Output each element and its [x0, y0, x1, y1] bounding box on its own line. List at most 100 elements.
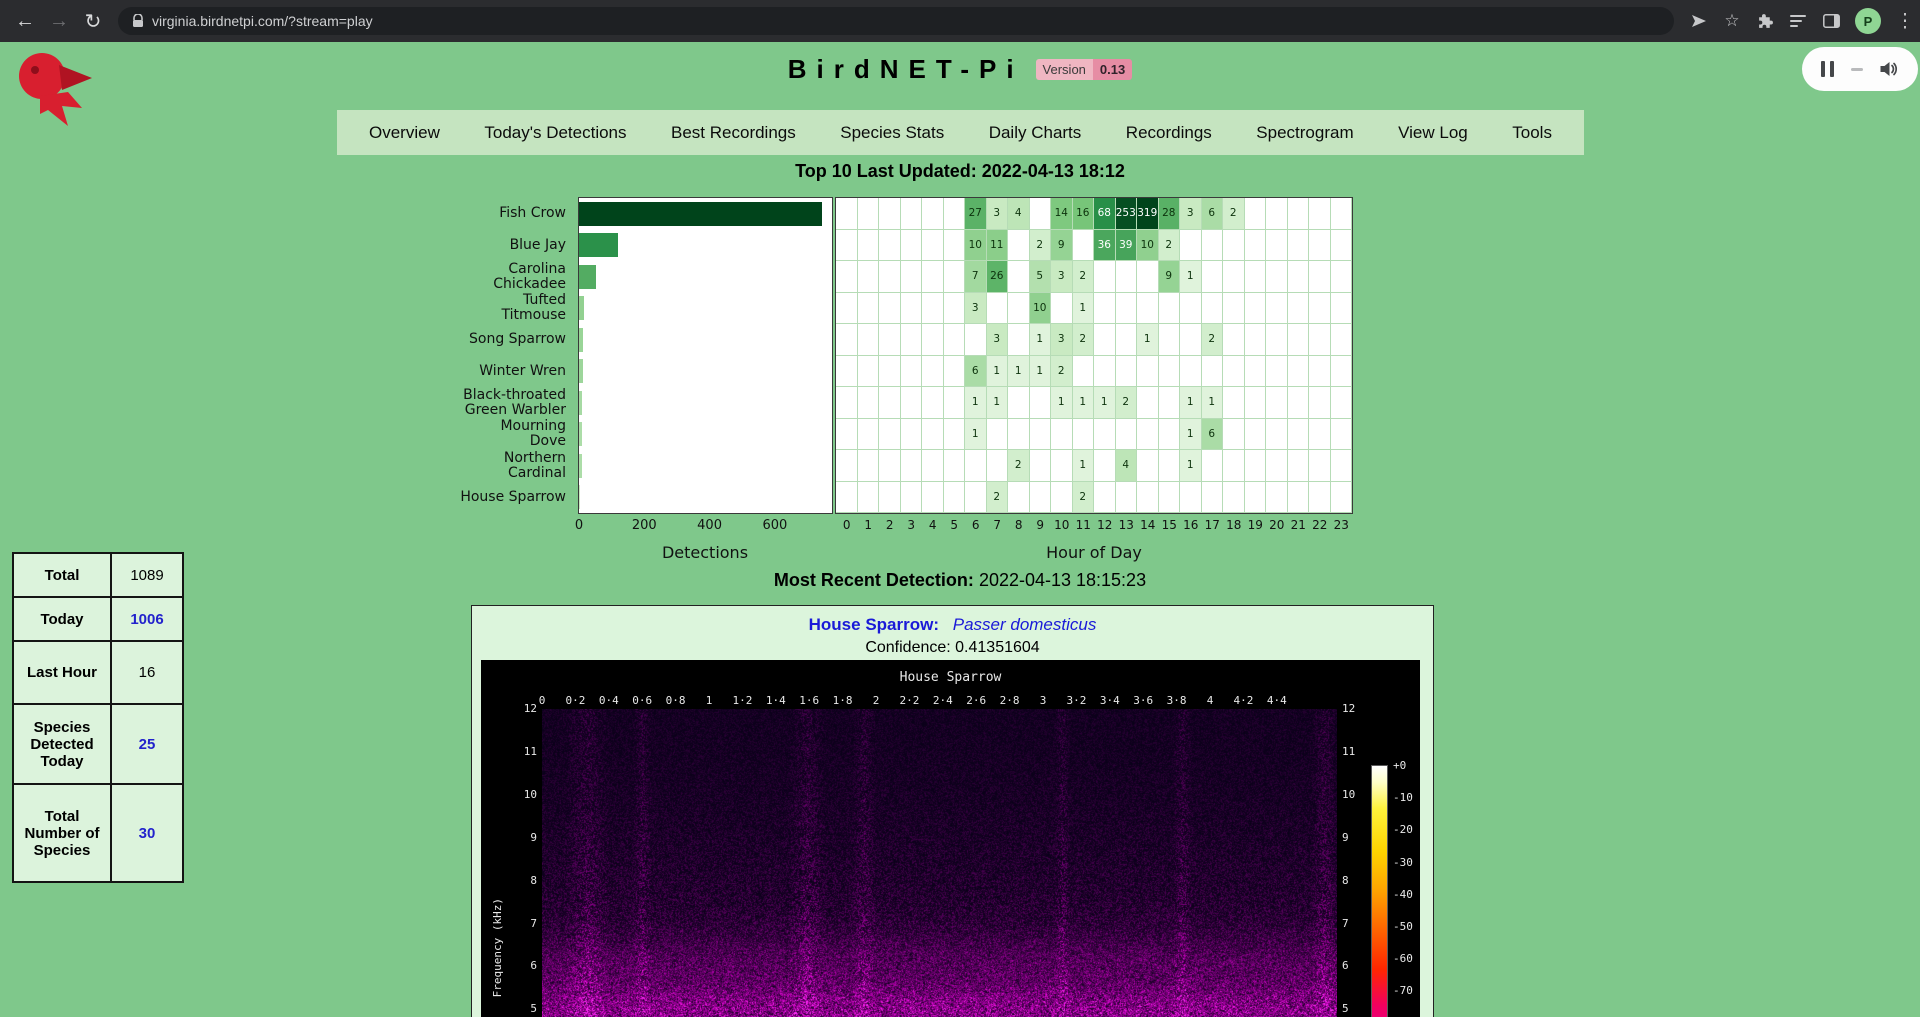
heatmap-cell [944, 482, 966, 514]
heatmap-cell: 10 [1030, 293, 1052, 325]
species-label: Northern Cardinal [460, 450, 566, 482]
heatmap-cell [1116, 324, 1138, 356]
side-panel-icon[interactable] [1822, 12, 1840, 30]
heatmap-cell [1202, 293, 1224, 325]
bar-xtick-label: 0 [575, 518, 583, 533]
heatmap-cell [1223, 419, 1245, 451]
heatmap-cell: 1 [1202, 387, 1224, 419]
stat-value-total-species-link[interactable]: 30 [111, 784, 183, 882]
nav-item-recordings[interactable]: Recordings [1126, 123, 1212, 143]
heatmap-cell [1331, 482, 1353, 514]
detection-species-link[interactable]: House Sparrow: [809, 615, 939, 634]
heatmap-cell [836, 293, 858, 325]
profile-avatar[interactable]: P [1855, 8, 1881, 34]
heatmap-cell [879, 261, 901, 293]
spectrogram-canvas [542, 709, 1337, 1017]
detection-panel: House Sparrow: Passer domesticus Confide… [471, 605, 1434, 1017]
heatmap-cell [879, 293, 901, 325]
spec-time-tick: 0·8 [666, 694, 686, 707]
hour-tick-label: 5 [950, 518, 958, 532]
heatmap-cell: 1 [1180, 419, 1202, 451]
heatmap-cell [965, 450, 987, 482]
heatmap-cell [1288, 230, 1310, 262]
heatmap-cell [1266, 387, 1288, 419]
detection-scientific-link[interactable]: Passer domesticus [953, 615, 1097, 634]
heatmap-cell [1116, 419, 1138, 451]
heatmap-cell [944, 387, 966, 419]
heatmap-cell [1245, 324, 1267, 356]
hour-tick-label: 9 [1036, 518, 1044, 532]
heatmap-cell [1180, 230, 1202, 262]
hour-tick-label: 21 [1291, 518, 1306, 532]
nav-item-tools[interactable]: Tools [1512, 123, 1552, 143]
address-bar[interactable]: virginia.birdnetpi.com/?stream=play [118, 7, 1674, 35]
extensions-puzzle-icon[interactable] [1756, 12, 1774, 30]
forward-button[interactable]: → [42, 4, 76, 38]
stat-value-species-today-link[interactable]: 25 [111, 704, 183, 784]
heatmap-plot: 2734141668253319283621011293639102726532… [835, 197, 1353, 514]
heatmap-cell: 1 [1073, 387, 1095, 419]
heatmap-cell [1309, 387, 1331, 419]
reload-button[interactable]: ↻ [76, 4, 110, 38]
send-icon[interactable] [1690, 12, 1708, 30]
nav-item-daily-charts[interactable]: Daily Charts [989, 123, 1082, 143]
heatmap-cell [1008, 324, 1030, 356]
stats-row-total-species: Total Number of Species 30 [13, 784, 183, 882]
heatmap-cell [1309, 324, 1331, 356]
back-button[interactable]: ← [8, 4, 42, 38]
heatmap-cell [1137, 387, 1159, 419]
audio-player[interactable] [1802, 47, 1918, 91]
nav-item-species-stats[interactable]: Species Stats [840, 123, 944, 143]
heatmap-cell: 1 [1073, 293, 1095, 325]
heatmap-cell [922, 450, 944, 482]
heatmap-cell [944, 419, 966, 451]
hour-tick-label: 17 [1205, 518, 1220, 532]
spec-freq-tick: 6 [530, 959, 537, 972]
heatmap-cell: 68 [1094, 198, 1116, 230]
heatmap-cell [1288, 293, 1310, 325]
detection-title-line: House Sparrow: Passer domesticus [472, 615, 1433, 635]
spec-time-tick: 1 [706, 694, 713, 707]
stat-label: Last Hour [13, 641, 111, 704]
heatmap-cell [1331, 356, 1353, 388]
pause-button[interactable] [1821, 61, 1834, 77]
stat-value-today-link[interactable]: 1006 [111, 597, 183, 641]
menu-kebab-icon[interactable]: ⋮ [1896, 12, 1914, 30]
hour-tick-label: 10 [1054, 518, 1069, 532]
spec-freq-tick: 11 [1342, 745, 1355, 758]
heatmap-cell [1331, 230, 1353, 262]
heatmap-cell: 10 [965, 230, 987, 262]
audio-timeline[interactable] [1851, 68, 1863, 71]
heatmap-cell [1309, 261, 1331, 293]
heatmap-cell [1331, 387, 1353, 419]
nav-item-best-recordings[interactable]: Best Recordings [671, 123, 796, 143]
heatmap-cell [1266, 419, 1288, 451]
bookmark-star-icon[interactable]: ☆ [1723, 12, 1741, 30]
heatmap-cell: 1 [1030, 356, 1052, 388]
heatmap-cell: 36 [1094, 230, 1116, 262]
nav-item-view-log[interactable]: View Log [1398, 123, 1468, 143]
heatmap-cell [879, 198, 901, 230]
nav-item-spectrogram[interactable]: Spectrogram [1256, 123, 1353, 143]
heatmap-cell [1266, 324, 1288, 356]
spec-db-tick: -50 [1393, 920, 1413, 933]
spec-db-tick: -10 [1393, 791, 1413, 804]
nav-item-todays-detections[interactable]: Today's Detections [484, 123, 626, 143]
heatmap-cell [1180, 324, 1202, 356]
stats-row-last-hour: Last Hour 16 [13, 641, 183, 704]
volume-icon[interactable] [1878, 59, 1899, 79]
site-title: BirdNET-Pi [788, 54, 1024, 85]
stats-table: Total 1089 Today 1006 Last Hour 16 Speci… [12, 552, 184, 883]
heatmap-cell: 2 [1008, 450, 1030, 482]
heatmap-cell [1245, 482, 1267, 514]
heatmap-cell [1223, 387, 1245, 419]
reading-list-icon[interactable] [1789, 12, 1807, 30]
nav-item-overview[interactable]: Overview [369, 123, 440, 143]
heatmap-cell [1288, 450, 1310, 482]
hour-tick-label: 2 [886, 518, 894, 532]
heatmap-cell: 2 [1073, 261, 1095, 293]
spec-time-tick: 0 [539, 694, 546, 707]
heatmap-xaxis-label: Hour of Day [1046, 543, 1142, 562]
heatmap-cell [1288, 387, 1310, 419]
heatmap-cell: 2 [1116, 387, 1138, 419]
